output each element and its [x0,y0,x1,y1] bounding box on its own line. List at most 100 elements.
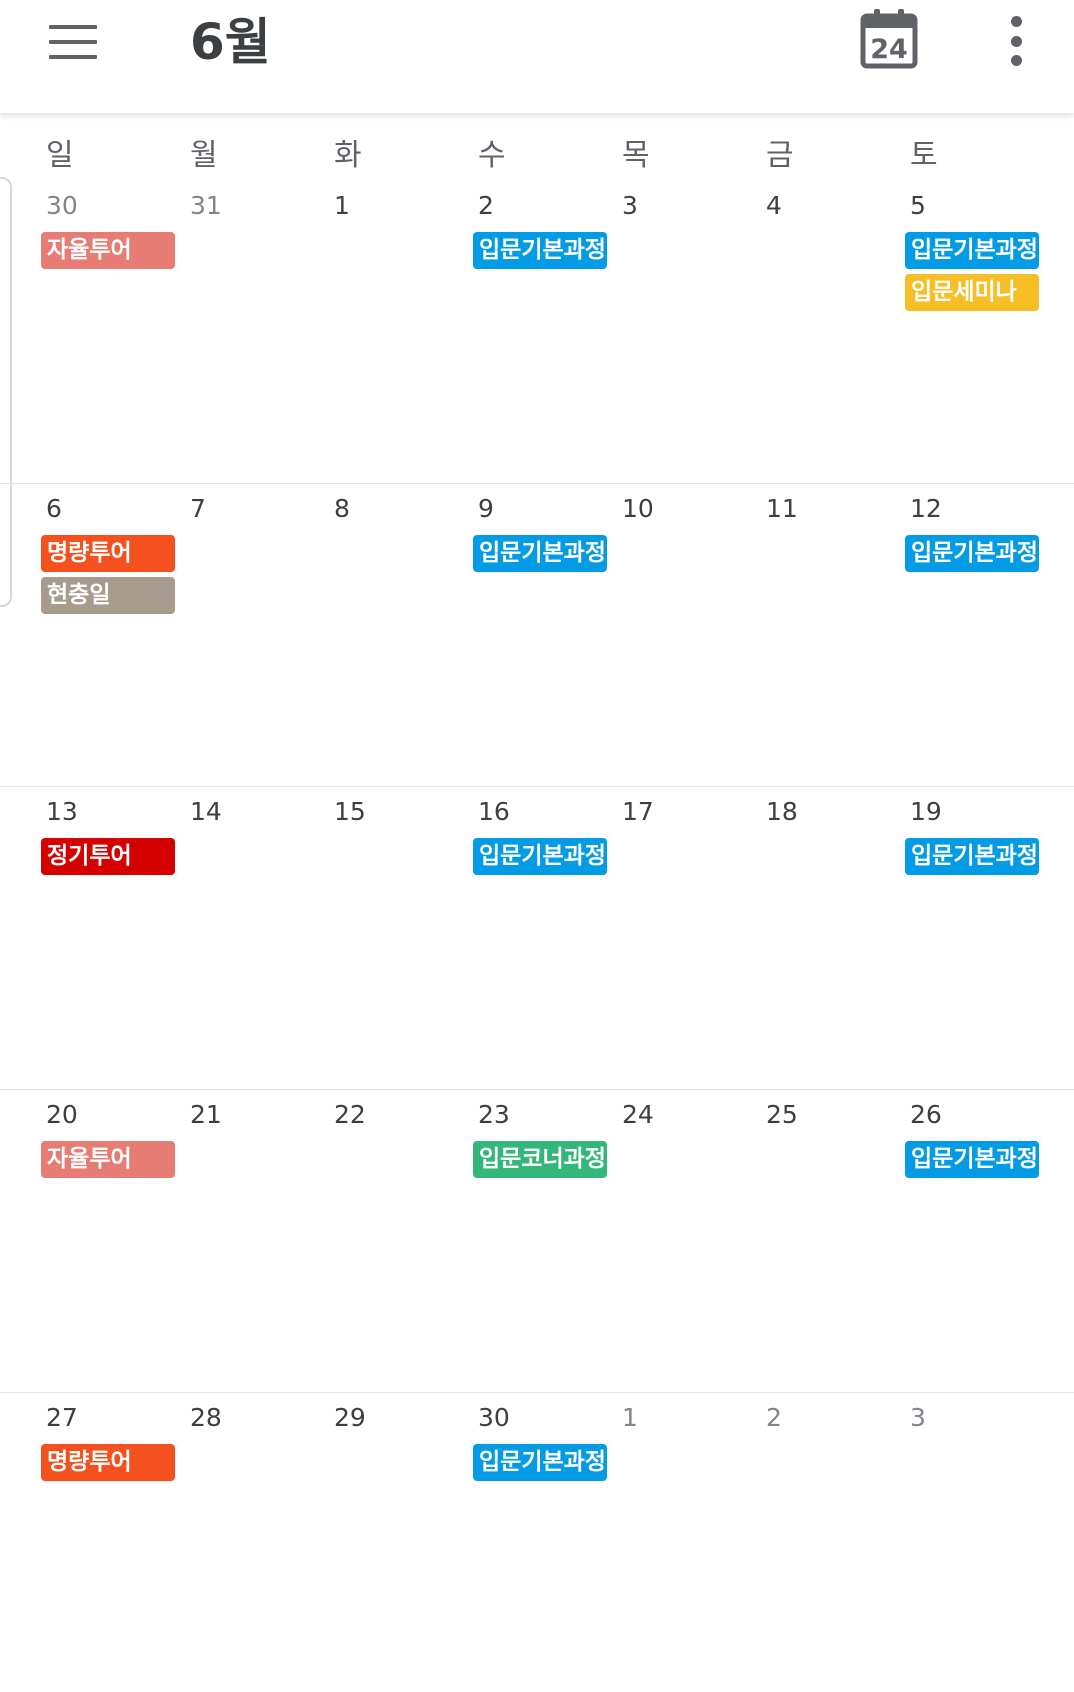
day-cell[interactable] [760,783,904,1086]
more-vert-icon[interactable] [1000,16,1032,66]
day-number: 7 [190,494,206,523]
day-number: 26 [910,1100,942,1129]
day-cell[interactable] [472,177,616,480]
day-number: 3 [622,191,638,220]
day-cell[interactable] [616,1086,760,1389]
day-number: 30 [478,1403,510,1432]
day-cell[interactable] [904,480,1048,783]
event-chip[interactable]: 입문기본과정 [905,838,1039,875]
day-cell[interactable] [328,1389,472,1692]
event-chip[interactable]: 정기투어 [41,838,175,875]
day-number: 20 [46,1100,78,1129]
weekday-label: 금 [766,138,794,173]
day-cell[interactable] [328,177,472,480]
day-cell[interactable] [616,1389,760,1692]
day-cell[interactable] [40,1086,184,1389]
day-number: 23 [478,1100,510,1129]
hamburger-menu-icon[interactable] [40,16,106,68]
day-number: 30 [46,191,78,220]
menu-line [49,40,97,44]
weekday-label: 화 [334,138,362,173]
event-chip[interactable]: 자율투어 [41,1141,175,1178]
day-number: 28 [190,1403,222,1432]
day-cell[interactable] [904,783,1048,1086]
day-cell[interactable] [760,1389,904,1692]
calendar-today-icon[interactable]: 24 [860,8,918,70]
day-cell[interactable] [328,480,472,783]
day-cell[interactable] [40,480,184,783]
weekday-label: 토 [910,138,938,173]
day-number: 18 [766,797,798,826]
day-number: 19 [910,797,942,826]
menu-line [49,25,97,29]
day-cell[interactable] [616,783,760,1086]
dot [1010,55,1022,66]
app-bar: 6월 24 [0,0,1074,113]
day-number: 3 [910,1403,926,1432]
side-drawer-handle[interactable] [0,177,12,607]
event-chip[interactable]: 입문기본과정 [473,232,607,269]
event-chip[interactable]: 현충일 [41,577,175,614]
event-chip[interactable]: 입문기본과정 [905,535,1039,572]
event-chip[interactable]: 입문기본과정 [473,535,607,572]
day-cell[interactable] [904,1086,1048,1389]
day-cell[interactable] [328,783,472,1086]
weekday-label: 월 [190,138,218,173]
day-number: 9 [478,494,494,523]
day-number: 13 [46,797,78,826]
day-number: 16 [478,797,510,826]
day-cell[interactable] [616,480,760,783]
day-cell[interactable] [184,177,328,480]
day-cell[interactable] [184,783,328,1086]
day-number: 10 [622,494,654,523]
dot [1010,16,1022,27]
day-number: 29 [334,1403,366,1432]
calendar-today-glyph: 24 [860,9,918,69]
month-title[interactable]: 6월 [190,10,271,74]
day-cell[interactable] [616,177,760,480]
day-number: 11 [766,494,798,523]
day-number: 21 [190,1100,222,1129]
event-chip[interactable]: 명량투어 [41,535,175,572]
day-cell[interactable] [328,1086,472,1389]
day-cell[interactable] [760,1086,904,1389]
day-cell[interactable] [472,1389,616,1692]
event-chip[interactable]: 입문기본과정 [473,838,607,875]
day-cell[interactable] [472,480,616,783]
day-cell[interactable] [904,177,1048,480]
day-number: 24 [622,1100,654,1129]
day-number: 14 [190,797,222,826]
day-cell[interactable] [184,1086,328,1389]
day-cell[interactable] [40,783,184,1086]
day-cell[interactable] [40,177,184,480]
day-number: 1 [334,191,350,220]
day-number: 31 [190,191,222,220]
event-chip[interactable]: 입문코너과정 [473,1141,607,1178]
day-number: 5 [910,191,926,220]
event-chip[interactable]: 명량투어 [41,1444,175,1481]
day-cell[interactable] [904,1389,1048,1692]
event-chip[interactable]: 입문기본과정 [905,232,1039,269]
day-cell[interactable] [760,480,904,783]
event-chip[interactable]: 자율투어 [41,232,175,269]
day-number: 12 [910,494,942,523]
day-cell[interactable] [760,177,904,480]
day-number: 1 [622,1403,638,1432]
weekday-label: 수 [478,138,506,173]
event-chip[interactable]: 입문세미나 [905,274,1039,311]
weekday-label: 일 [46,138,74,173]
event-chip[interactable]: 입문기본과정 [473,1444,607,1481]
day-cell[interactable] [472,1086,616,1389]
day-number: 17 [622,797,654,826]
day-cell[interactable] [184,480,328,783]
day-number: 4 [766,191,782,220]
weekday-label: 목 [622,138,650,173]
day-cell[interactable] [472,783,616,1086]
menu-line [49,55,97,59]
day-cell[interactable] [184,1389,328,1692]
weekday-header: 일월화수목금토 [0,136,1074,176]
day-number: 25 [766,1100,798,1129]
event-chip[interactable]: 입문기본과정 [905,1141,1039,1178]
today-day-number: 24 [870,34,908,65]
day-cell[interactable] [40,1389,184,1692]
